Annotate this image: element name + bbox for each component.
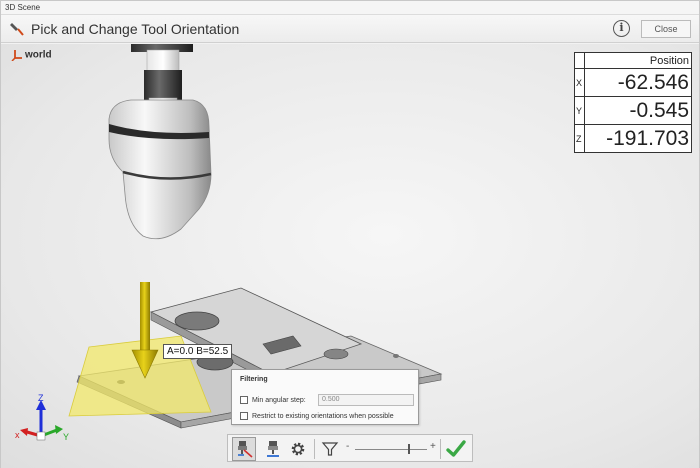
min-angular-step-label: Min angular step: bbox=[252, 396, 306, 404]
slider-thumb[interactable] bbox=[408, 444, 410, 454]
position-y-value: -0.545 bbox=[584, 96, 692, 125]
min-angular-step-checkbox[interactable] bbox=[240, 396, 248, 404]
apply-button[interactable] bbox=[444, 437, 468, 461]
orientation-label: A=0.0 B=52.5 bbox=[163, 344, 233, 359]
axis-triad: Z Y x bbox=[15, 393, 69, 442]
triad-z-label: Z bbox=[38, 393, 44, 403]
position-table-corner bbox=[574, 52, 585, 69]
settings-button[interactable] bbox=[286, 437, 310, 461]
3d-viewport[interactable]: Z Y x world Position X -62.546 Y -0.545 bbox=[1, 44, 699, 468]
filter-button[interactable] bbox=[318, 437, 342, 461]
toolbar-separator bbox=[314, 439, 315, 459]
tool-orientation-icon bbox=[10, 23, 24, 36]
min-angular-step-input[interactable]: 0.500 bbox=[318, 394, 414, 406]
filtering-title: Filtering bbox=[240, 376, 268, 383]
filtering-panel: Filtering Min angular step: 0.500 Restri… bbox=[231, 369, 419, 425]
position-header: Position bbox=[584, 52, 692, 69]
restrict-row: Restrict to existing orientations when p… bbox=[240, 412, 394, 420]
axis-label: Z bbox=[574, 124, 585, 153]
gear-icon bbox=[291, 442, 305, 456]
position-x-value: -62.546 bbox=[584, 68, 692, 97]
app-window: 3D Scene Pick and Change Tool Orientatio… bbox=[0, 0, 700, 468]
tool-settings-button[interactable] bbox=[261, 437, 285, 461]
axis-label: X bbox=[574, 68, 585, 97]
page-title: Pick and Change Tool Orientation bbox=[31, 21, 240, 37]
pick-orientation-icon bbox=[238, 441, 253, 458]
bottom-toolbar: - + bbox=[227, 434, 473, 462]
spindle-column bbox=[131, 44, 193, 109]
restrict-label: Restrict to existing orientations when p… bbox=[252, 412, 394, 420]
slider-plus-icon[interactable]: + bbox=[430, 441, 436, 452]
filter-slider[interactable]: - + bbox=[346, 441, 436, 457]
info-icon[interactable]: i bbox=[613, 20, 630, 37]
axis-label: Y bbox=[574, 96, 585, 125]
pick-orientation-button[interactable] bbox=[232, 437, 256, 461]
close-button[interactable]: Close bbox=[641, 20, 691, 38]
position-table: Position X -62.546 Y -0.545 Z -191.703 bbox=[574, 52, 692, 153]
filter-icon bbox=[321, 442, 339, 456]
table-row: Y -0.545 bbox=[574, 96, 692, 125]
tool-head bbox=[108, 99, 212, 240]
restrict-checkbox[interactable] bbox=[240, 412, 248, 420]
robot-tool-icon bbox=[267, 441, 279, 457]
toolbar-separator bbox=[440, 439, 441, 459]
triad-x-label: x bbox=[15, 430, 20, 440]
table-row: X -62.546 bbox=[574, 68, 692, 97]
slider-minus-icon[interactable]: - bbox=[346, 441, 349, 452]
frame-label: world bbox=[11, 49, 52, 62]
min-angular-step-row: Min angular step: bbox=[240, 396, 306, 404]
slider-track bbox=[355, 449, 427, 450]
checkmark-icon bbox=[446, 440, 466, 457]
position-z-value: -191.703 bbox=[584, 124, 692, 153]
triad-y-label: Y bbox=[63, 432, 69, 442]
dialog-header: Pick and Change Tool Orientation i Close bbox=[1, 15, 699, 43]
table-row: Z -191.703 bbox=[574, 124, 692, 153]
frame-name: world bbox=[25, 49, 52, 61]
frame-axes-icon bbox=[11, 50, 22, 62]
window-title: 3D Scene bbox=[1, 1, 699, 15]
